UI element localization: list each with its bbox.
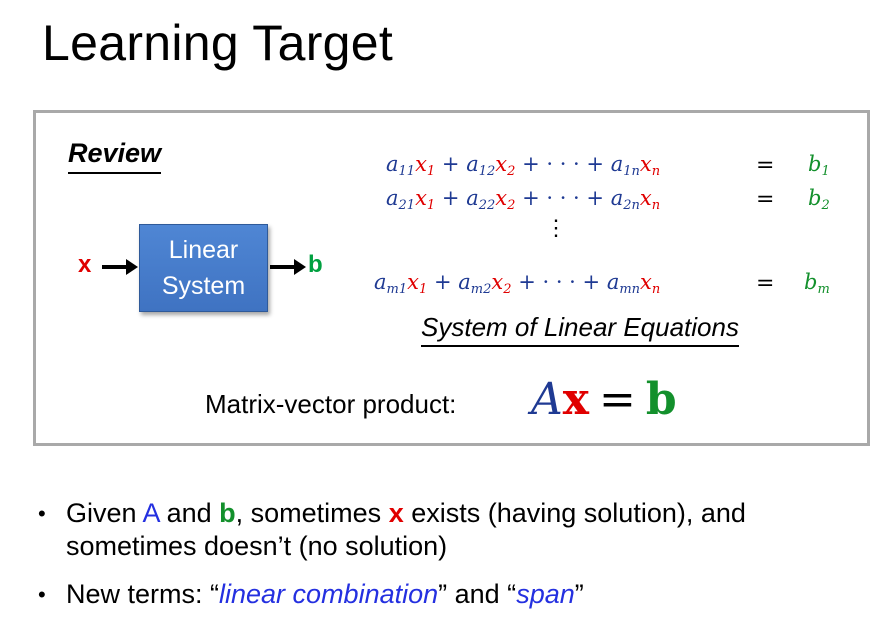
matrix-vector-label: Matrix-vector product: xyxy=(205,389,457,419)
equals-sign-2: = xyxy=(756,187,775,212)
bullet-text-1: Given A and b, sometimes x exists (havin… xyxy=(66,498,746,561)
review-heading: Review xyxy=(68,136,162,174)
vertical-dots: ⋮ xyxy=(545,216,567,241)
rhs-b1: b1 xyxy=(808,152,830,179)
box-line-1: Linear xyxy=(168,236,239,264)
bullet-icon: • xyxy=(38,582,46,607)
page-title: Learning Target xyxy=(42,15,394,71)
equation-row-m: am1x1 + am2x2 + · · · + amnxn xyxy=(374,270,661,297)
input-arrow-icon xyxy=(102,259,138,275)
rhs-b2: b2 xyxy=(808,186,830,213)
input-x-label: x xyxy=(78,251,92,278)
bullet-list: • Given A and b, sometimes x exists (hav… xyxy=(38,497,858,626)
output-arrow-icon xyxy=(270,259,306,275)
bullet-text-2: New terms: “linear combination” and “spa… xyxy=(66,579,584,609)
equals-sign-1: = xyxy=(756,153,775,178)
box-line-2: System xyxy=(161,272,246,300)
equation-row-2: a21x1 + a22x2 + · · · + a2nxn xyxy=(386,186,661,213)
equation-row-1: a11x1 + a12x2 + · · · + a1nxn xyxy=(386,152,661,179)
bullet-item-2: • New terms: “linear combination” and “s… xyxy=(38,578,858,611)
equals-sign-m: = xyxy=(756,271,775,296)
bullet-item-1: • Given A and b, sometimes x exists (hav… xyxy=(38,497,858,563)
matrix-vector-equation: Ax = b xyxy=(531,374,677,425)
output-b-label: b xyxy=(308,251,323,278)
rhs-bm: bm xyxy=(804,270,830,297)
equations-caption: System of Linear Equations xyxy=(421,310,739,347)
linear-system-box: Linear System xyxy=(139,224,268,312)
bullet-icon: • xyxy=(38,501,46,526)
